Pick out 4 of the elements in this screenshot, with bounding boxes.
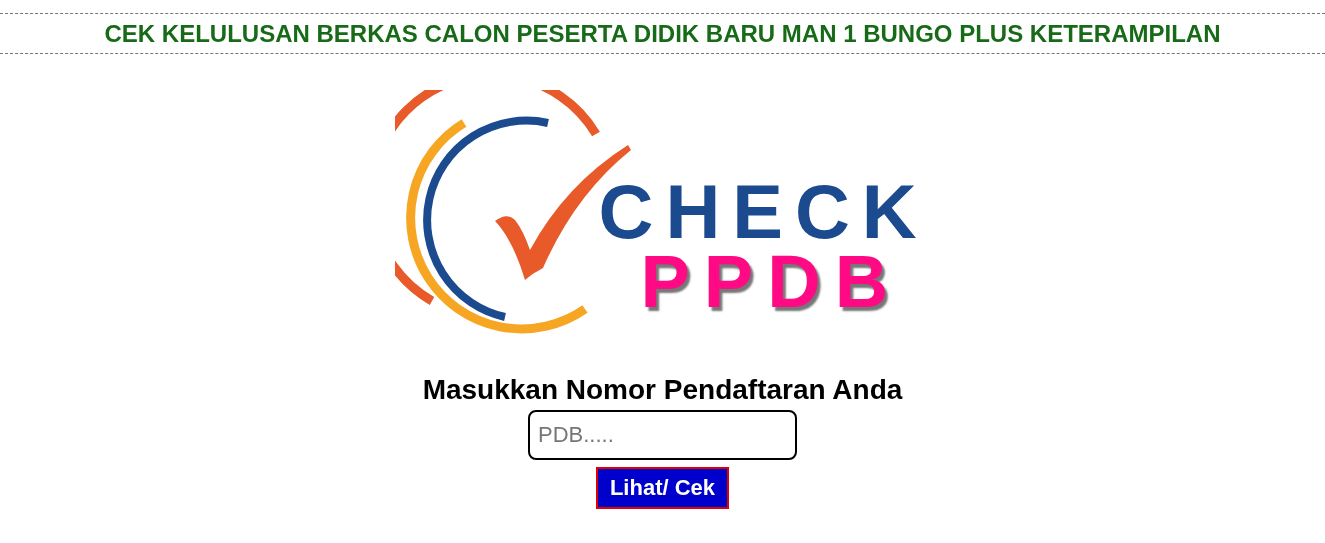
page-title: CEK KELULUSAN BERKAS CALON PESERTA DIDIK BARU MAN 1 BUNGO PLUS KETERAMPILAN [104,19,1221,48]
registration-number-field[interactable]: PDB..... [528,410,797,460]
prompt-heading: Masukkan Nomor Pendaftaran Anda [422,374,903,406]
check-button[interactable]: Lihat/ Cek [595,467,730,509]
